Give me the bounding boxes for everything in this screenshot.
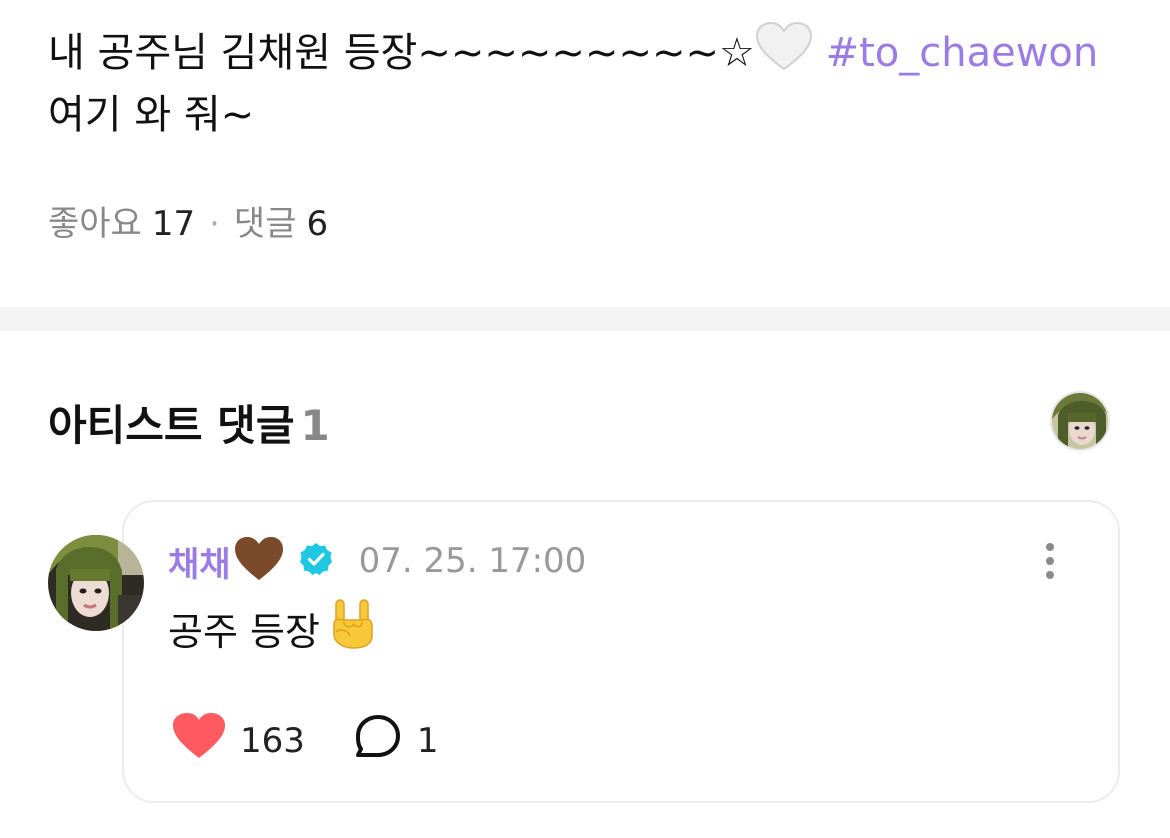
comments-count: 6 <box>306 204 329 244</box>
more-dot <box>1046 543 1054 551</box>
likes-label: 좋아요 <box>48 204 142 244</box>
reply-button[interactable]: 1 <box>353 713 439 768</box>
like-button[interactable]: 163 <box>172 712 305 769</box>
hashtag-link[interactable]: #to_chaewon <box>826 30 1099 76</box>
artist-avatar-small[interactable] <box>1050 391 1110 451</box>
reply-bubble-icon <box>353 713 403 768</box>
comment-author-avatar[interactable] <box>48 535 144 631</box>
section-divider <box>0 307 1170 331</box>
verified-badge-icon <box>299 542 333 580</box>
like-count: 163 <box>240 720 305 761</box>
artist-comments-label: 아티스트 댓글 <box>48 401 295 450</box>
post-content: 내 공주님 김채원 등장~~~~~~~~~☆ #to_chaewon 여기 와 … <box>48 21 1128 143</box>
comment-header: 채채 07. 25. 17:00 <box>168 536 586 586</box>
post-stats: 좋아요 17 · 댓글 6 <box>48 200 328 248</box>
comment-body: 공주 등장 <box>168 598 374 665</box>
artist-comments-count: 1 <box>300 401 330 450</box>
brown-heart-icon <box>233 536 285 586</box>
stats-separator: · <box>209 204 220 244</box>
reply-count: 1 <box>416 720 439 761</box>
heart-icon <box>172 712 226 769</box>
more-dot <box>1046 571 1054 579</box>
comment-author-name[interactable]: 채채 <box>168 537 231 586</box>
post-text-line2: 여기 와 줘~ <box>48 92 255 138</box>
post-text-line1: 내 공주님 김채원 등장~~~~~~~~~☆ <box>48 30 755 76</box>
rock-hand-emoji-icon <box>330 598 374 665</box>
comment-timestamp: 07. 25. 17:00 <box>358 541 587 581</box>
comment-text: 공주 등장 <box>168 609 320 654</box>
comment-actions: 163 1 <box>172 712 439 769</box>
more-options-icon[interactable] <box>1034 540 1066 582</box>
comments-label: 댓글 <box>233 204 297 244</box>
more-dot <box>1046 557 1054 565</box>
white-heart-icon <box>755 21 813 87</box>
artist-comments-title: 아티스트 댓글 1 <box>48 392 330 453</box>
post-line-1: 내 공주님 김채원 등장~~~~~~~~~☆ #to_chaewon <box>48 21 1128 87</box>
likes-count: 17 <box>151 204 196 244</box>
